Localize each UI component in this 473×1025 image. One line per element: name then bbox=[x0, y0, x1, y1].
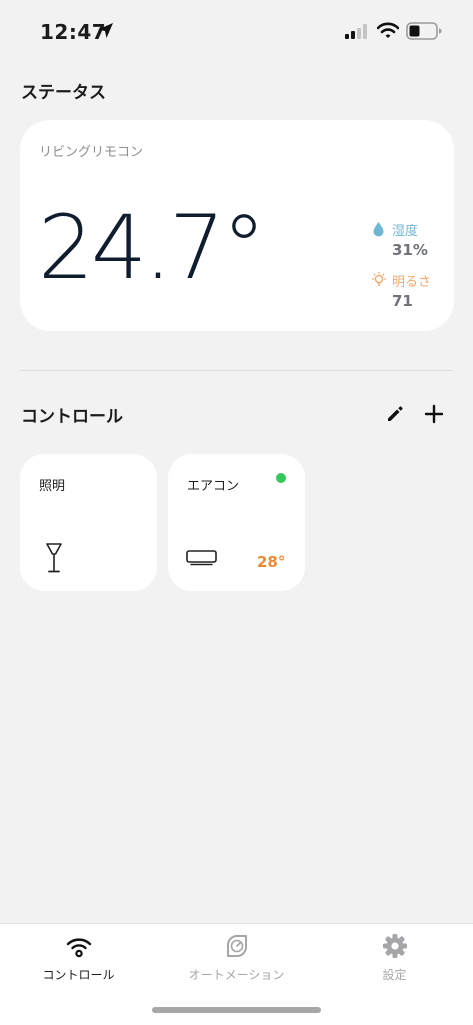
status-section-title: ステータス bbox=[21, 83, 106, 103]
battery-icon bbox=[406, 22, 442, 40]
gear-icon bbox=[383, 934, 407, 958]
air-conditioner-icon bbox=[186, 550, 217, 566]
tab-label-automation: オートメーション bbox=[188, 968, 285, 982]
plus-icon[interactable] bbox=[424, 404, 444, 424]
water-drop-icon bbox=[373, 222, 384, 237]
home-indicator bbox=[152, 1007, 321, 1013]
control-section-title: コントロール bbox=[21, 407, 123, 427]
wifi-icon bbox=[377, 22, 399, 38]
pencil-icon[interactable] bbox=[386, 405, 404, 423]
wifi-icon bbox=[66, 938, 92, 958]
gauge-icon bbox=[227, 935, 247, 957]
section-divider bbox=[20, 370, 453, 371]
tab-control[interactable]: コントロール bbox=[0, 924, 157, 994]
tab-label-control: コントロール bbox=[42, 968, 115, 982]
air-conditioner-control-tile[interactable]: エアコン 28° bbox=[168, 454, 305, 591]
brightness-value: 71 bbox=[392, 292, 413, 310]
humidity-value: 31% bbox=[392, 241, 428, 259]
temperature-reading: 24.7° bbox=[38, 196, 266, 299]
status-card[interactable]: リビングリモコン 24.7° 湿度 31% 明るさ 71 bbox=[20, 120, 454, 331]
tab-automation[interactable]: オートメーション bbox=[158, 924, 315, 994]
tab-settings[interactable]: 設定 bbox=[316, 924, 473, 994]
light-control-tile[interactable]: 照明 bbox=[20, 454, 157, 591]
light-bulb-icon bbox=[372, 271, 386, 286]
tab-label-settings: 設定 bbox=[382, 968, 407, 982]
status-bar: 12:47 bbox=[0, 0, 473, 60]
location-arrow-icon bbox=[98, 23, 113, 38]
lamp-icon bbox=[46, 543, 62, 573]
device-name: リビングリモコン bbox=[39, 145, 144, 160]
air-conditioner-temperature: 28° bbox=[257, 553, 286, 571]
online-status-dot bbox=[276, 473, 286, 483]
tile-label-light: 照明 bbox=[39, 479, 66, 494]
cellular-signal-icon bbox=[345, 24, 367, 39]
humidity-label: 湿度 bbox=[392, 224, 419, 239]
tile-label-air-conditioner: エアコン bbox=[187, 479, 240, 494]
brightness-label: 明るさ bbox=[392, 275, 432, 290]
